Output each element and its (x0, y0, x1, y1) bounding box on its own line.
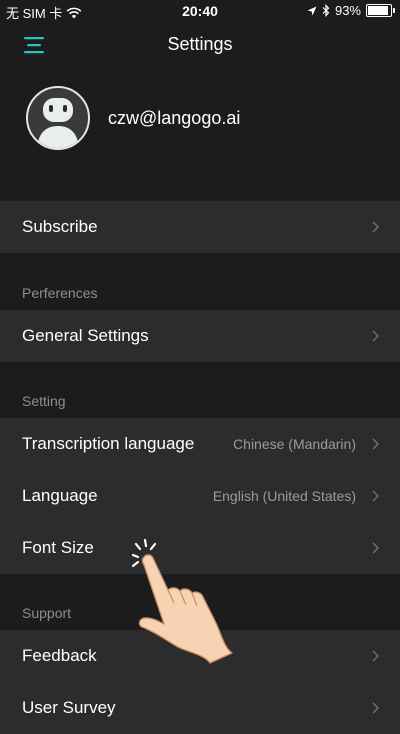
chevron-right-icon (372, 221, 380, 233)
user-email: czw@langogo.ai (108, 108, 241, 128)
chevron-right-icon (372, 490, 380, 502)
chevron-right-icon (372, 330, 380, 342)
chevron-right-icon (372, 650, 380, 662)
status-bar: 无 SIM 卡 20:40 93% (0, 0, 400, 22)
chevron-right-icon (372, 542, 380, 554)
general-settings-label: General Settings (22, 326, 149, 345)
user-survey-row[interactable]: User Survey (0, 682, 400, 734)
tap-hand-icon (131, 538, 233, 664)
avatar[interactable] (26, 86, 90, 150)
general-settings-row[interactable]: General Settings (0, 310, 400, 362)
user-survey-label: User Survey (22, 698, 116, 717)
chevron-right-icon (372, 438, 380, 450)
section-header-setting: Setting (22, 393, 66, 409)
bluetooth-icon (322, 4, 330, 17)
chevron-right-icon (372, 702, 380, 714)
status-right: 93% (307, 3, 395, 18)
battery-percent: 93% (334, 3, 361, 18)
profile-section[interactable]: czw@langogo.ai (0, 86, 400, 154)
location-arrow-icon (307, 6, 317, 15)
subscribe-row[interactable]: Subscribe (0, 201, 400, 253)
transcription-language-row[interactable]: Transcription language Chinese (Mandarin… (0, 418, 400, 470)
transcription-language-value: Chinese (Mandarin) (233, 436, 356, 452)
language-row[interactable]: Language English (United States) (0, 470, 400, 522)
battery-icon (366, 4, 395, 17)
transcription-language-label: Transcription language (22, 434, 195, 453)
feedback-label: Feedback (22, 646, 97, 665)
page-title: Settings (167, 34, 233, 54)
robot-avatar-icon (37, 98, 79, 148)
font-size-label: Font Size (22, 538, 94, 557)
section-header-support: Support (22, 605, 72, 621)
subscribe-label: Subscribe (22, 217, 98, 236)
tap-gesture-hint (124, 535, 244, 665)
nav-bar: Settings (0, 22, 400, 68)
language-label: Language (22, 486, 98, 505)
battery-fill (368, 6, 389, 15)
section-header-preferences: Perferences (22, 285, 98, 301)
language-value: English (United States) (212, 488, 356, 504)
